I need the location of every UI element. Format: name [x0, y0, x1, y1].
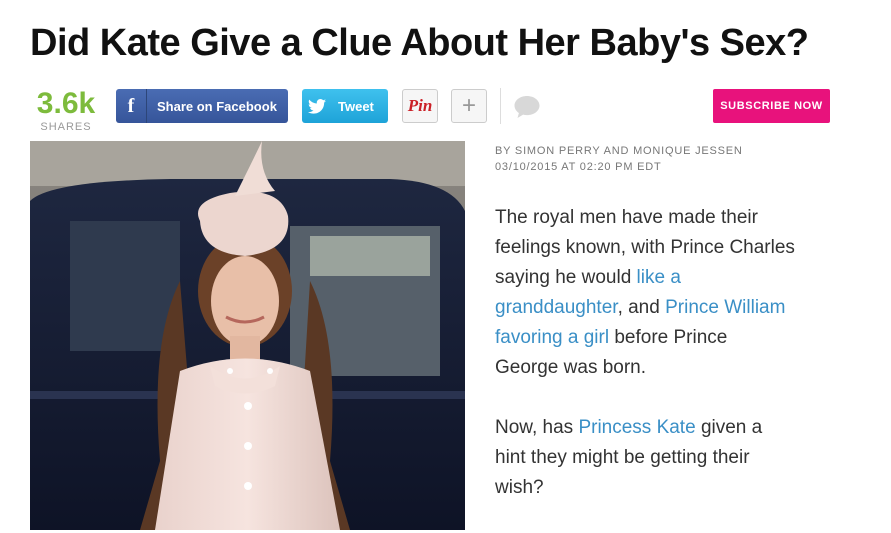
- pinterest-icon: Pin: [407, 96, 433, 115]
- byline-authors: BY SIMON PERRY AND MONIQUE JESSEN: [495, 145, 743, 157]
- facebook-icon: f: [116, 89, 147, 123]
- article-byline: BY SIMON PERRY AND MONIQUE JESSEN 03/10/…: [495, 143, 743, 175]
- article-photo: [30, 141, 465, 530]
- share-count-label: SHARES: [40, 121, 92, 133]
- tweet-button[interactable]: Tweet: [302, 89, 388, 123]
- article-paragraph: Now, has Princess Kate given a hint they…: [495, 413, 795, 503]
- article-body: The royal men have made their feelings k…: [495, 203, 795, 533]
- byline-date: 03/10/2015 AT 02:20 PM EDT: [495, 161, 662, 173]
- twitter-bird-icon: [302, 98, 332, 114]
- comment-icon[interactable]: [513, 95, 541, 124]
- plus-icon: +: [461, 92, 476, 119]
- paragraph-text: Now, has: [495, 417, 579, 438]
- subscribe-button[interactable]: SUBSCRIBE NOW: [713, 89, 830, 123]
- pinterest-button[interactable]: Pin: [402, 89, 438, 123]
- article-title: Did Kate Give a Clue About Her Baby's Se…: [30, 22, 809, 64]
- article-paragraph: The royal men have made their feelings k…: [495, 203, 795, 383]
- more-share-button[interactable]: +: [451, 89, 487, 123]
- facebook-share-button[interactable]: f Share on Facebook: [116, 89, 288, 123]
- tweet-label: Tweet: [338, 98, 374, 114]
- share-count-number: 3.6k: [36, 87, 96, 120]
- share-divider: [500, 88, 501, 124]
- share-count: 3.6k SHARES: [30, 87, 102, 134]
- paragraph-text: , and: [617, 297, 666, 318]
- princess-kate-link[interactable]: Princess Kate: [578, 417, 695, 438]
- facebook-share-label: Share on Facebook: [157, 98, 277, 114]
